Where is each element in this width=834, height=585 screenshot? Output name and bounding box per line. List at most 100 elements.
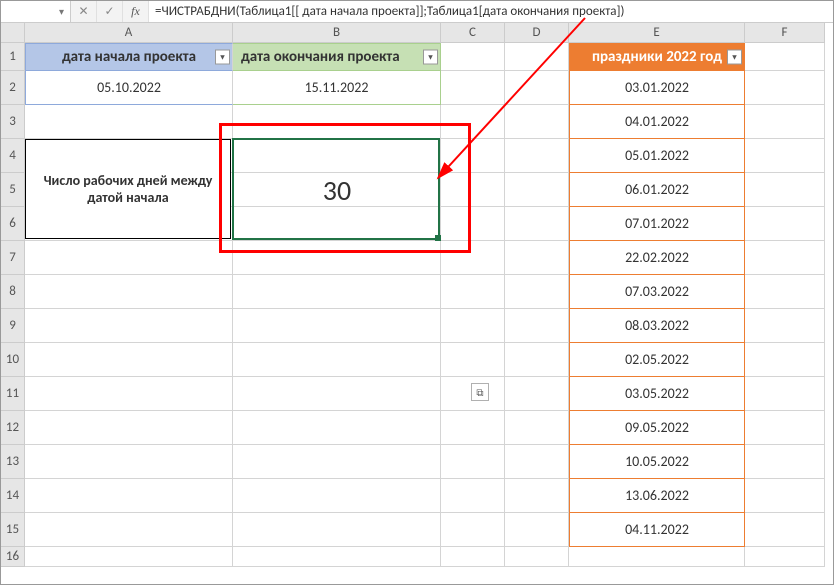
cell-E6[interactable]: 07.01.2022 bbox=[569, 207, 745, 241]
cell-E12[interactable]: 09.05.2022 bbox=[569, 411, 745, 445]
cell-A9[interactable] bbox=[25, 309, 233, 343]
cell-F16[interactable] bbox=[745, 547, 825, 567]
cell-D10[interactable] bbox=[505, 343, 569, 377]
cell-D3[interactable] bbox=[505, 105, 569, 139]
cell-C13[interactable] bbox=[441, 445, 505, 479]
row-header-12[interactable]: 12 bbox=[1, 411, 25, 445]
filter-button[interactable]: ▾ bbox=[215, 50, 230, 65]
cell-F15[interactable] bbox=[745, 513, 825, 547]
filter-button[interactable]: ▾ bbox=[423, 50, 438, 65]
cell-C1[interactable] bbox=[441, 43, 505, 71]
row-header-4[interactable]: 4 bbox=[1, 139, 25, 173]
row-header-10[interactable]: 10 bbox=[1, 343, 25, 377]
merged-label[interactable]: Число рабочих дней между датой начала bbox=[25, 139, 231, 239]
cell-B11[interactable] bbox=[233, 377, 441, 411]
row-header-7[interactable]: 7 bbox=[1, 241, 25, 275]
cell-F6[interactable] bbox=[745, 207, 825, 241]
cell-F8[interactable] bbox=[745, 275, 825, 309]
cell-B16[interactable] bbox=[233, 547, 441, 567]
cell-B14[interactable] bbox=[233, 479, 441, 513]
autofill-options-icon[interactable]: ⧉ bbox=[471, 383, 489, 401]
col-header-D[interactable]: D bbox=[505, 23, 569, 43]
cell-A11[interactable] bbox=[25, 377, 233, 411]
cell-D13[interactable] bbox=[505, 445, 569, 479]
cell-C15[interactable] bbox=[441, 513, 505, 547]
fx-button[interactable]: fx bbox=[123, 1, 149, 22]
cell-E15[interactable]: 04.11.2022 bbox=[569, 513, 745, 547]
cell-E10[interactable]: 02.05.2022 bbox=[569, 343, 745, 377]
cell-F11[interactable] bbox=[745, 377, 825, 411]
row-header-16[interactable]: 16 bbox=[1, 547, 25, 567]
cell-E16[interactable] bbox=[569, 547, 745, 567]
cell-D11[interactable] bbox=[505, 377, 569, 411]
cell-A15[interactable] bbox=[25, 513, 233, 547]
cell-D8[interactable] bbox=[505, 275, 569, 309]
cell-A8[interactable] bbox=[25, 275, 233, 309]
chevron-down-icon[interactable]: ▾ bbox=[59, 5, 64, 18]
row-header-11[interactable]: 11 bbox=[1, 377, 25, 411]
cell-C10[interactable] bbox=[441, 343, 505, 377]
cell-A7[interactable] bbox=[25, 241, 233, 275]
cell-F7[interactable] bbox=[745, 241, 825, 275]
cell-A14[interactable] bbox=[25, 479, 233, 513]
cell-F4[interactable] bbox=[745, 139, 825, 173]
row-header-15[interactable]: 15 bbox=[1, 513, 25, 547]
cell-B8[interactable] bbox=[233, 275, 441, 309]
cell-E13[interactable]: 10.05.2022 bbox=[569, 445, 745, 479]
row-header-5[interactable]: 5 bbox=[1, 173, 25, 207]
cell-F10[interactable] bbox=[745, 343, 825, 377]
row-header-13[interactable]: 13 bbox=[1, 445, 25, 479]
cell-E5[interactable]: 06.01.2022 bbox=[569, 173, 745, 207]
cell-C8[interactable] bbox=[441, 275, 505, 309]
cancel-formula-button[interactable]: ✕ bbox=[71, 1, 97, 22]
cell-A12[interactable] bbox=[25, 411, 233, 445]
cell-F9[interactable] bbox=[745, 309, 825, 343]
cell-A13[interactable] bbox=[25, 445, 233, 479]
cell-D1[interactable] bbox=[505, 43, 569, 71]
cell-E9[interactable]: 08.03.2022 bbox=[569, 309, 745, 343]
col-header-F[interactable]: F bbox=[745, 23, 825, 43]
cell-F13[interactable] bbox=[745, 445, 825, 479]
row-header-9[interactable]: 9 bbox=[1, 309, 25, 343]
cell-D12[interactable] bbox=[505, 411, 569, 445]
col-header-B[interactable]: B bbox=[233, 23, 441, 43]
cell-F14[interactable] bbox=[745, 479, 825, 513]
cell-B10[interactable] bbox=[233, 343, 441, 377]
cell-D16[interactable] bbox=[505, 547, 569, 567]
cell-D15[interactable] bbox=[505, 513, 569, 547]
cell-C14[interactable] bbox=[441, 479, 505, 513]
col-header-E[interactable]: E bbox=[569, 23, 745, 43]
cell-E7[interactable]: 22.02.2022 bbox=[569, 241, 745, 275]
cell-B2[interactable]: 15.11.2022 bbox=[233, 71, 441, 105]
cell-F5[interactable] bbox=[745, 173, 825, 207]
row-header-1[interactable]: 1 bbox=[1, 43, 25, 71]
cell-B1[interactable]: дата окончания проекта▾ bbox=[233, 43, 441, 71]
cell-C12[interactable] bbox=[441, 411, 505, 445]
cell-E8[interactable]: 07.03.2022 bbox=[569, 275, 745, 309]
cell-D2[interactable] bbox=[505, 71, 569, 105]
cell-E1[interactable]: праздники 2022 год▾ bbox=[569, 43, 745, 71]
cell-A16[interactable] bbox=[25, 547, 233, 567]
col-header-C[interactable]: C bbox=[441, 23, 505, 43]
cell-B9[interactable] bbox=[233, 309, 441, 343]
cell-F3[interactable] bbox=[745, 105, 825, 139]
row-header-2[interactable]: 2 bbox=[1, 71, 25, 105]
cell-D7[interactable] bbox=[505, 241, 569, 275]
row-header-8[interactable]: 8 bbox=[1, 275, 25, 309]
cell-E14[interactable]: 13.06.2022 bbox=[569, 479, 745, 513]
row-header-6[interactable]: 6 bbox=[1, 207, 25, 241]
select-all-corner[interactable] bbox=[1, 23, 25, 43]
grid[interactable]: дата начала проекта▾дата окончания проек… bbox=[25, 43, 825, 567]
filter-button[interactable]: ▾ bbox=[727, 50, 742, 65]
cell-F1[interactable] bbox=[745, 43, 825, 71]
cell-E2[interactable]: 03.01.2022 bbox=[569, 71, 745, 105]
cell-B12[interactable] bbox=[233, 411, 441, 445]
col-header-A[interactable]: A bbox=[25, 23, 233, 43]
cell-D9[interactable] bbox=[505, 309, 569, 343]
cell-D4[interactable] bbox=[505, 139, 569, 173]
name-box[interactable]: ▾ bbox=[1, 1, 71, 22]
formula-input[interactable]: =ЧИСТРАБДНИ(Таблица1[[ дата начала проек… bbox=[149, 1, 833, 22]
cell-F2[interactable] bbox=[745, 71, 825, 105]
cell-E11[interactable]: 03.05.2022 bbox=[569, 377, 745, 411]
cell-C9[interactable] bbox=[441, 309, 505, 343]
